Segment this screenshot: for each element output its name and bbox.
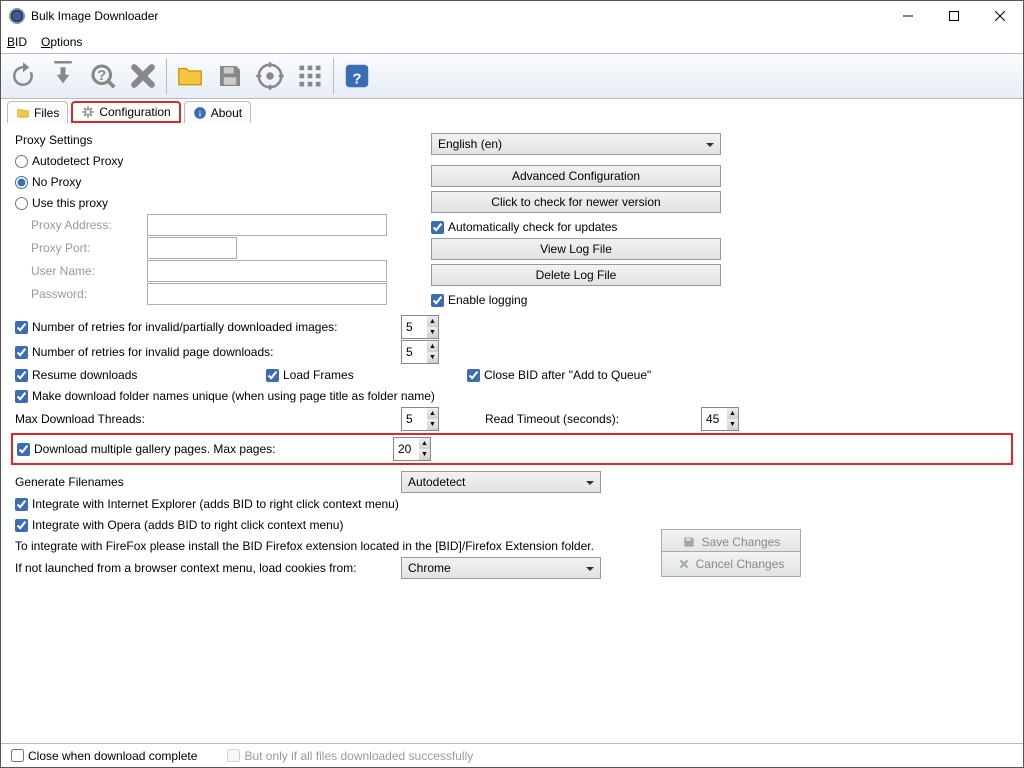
check-close-when-done[interactable]: Close when download complete [11, 749, 197, 763]
check-autoupdates[interactable]: Automatically check for updates [431, 220, 617, 234]
proxy-user-input[interactable] [147, 260, 387, 282]
check-enable-logging[interactable]: Enable logging [431, 293, 527, 307]
tab-configuration[interactable]: Configuration [71, 101, 180, 123]
download-icon[interactable] [45, 58, 81, 94]
radio-use-proxy[interactable]: Use this proxy [15, 196, 108, 210]
tab-about[interactable]: i About [184, 101, 251, 123]
delete-log-button[interactable]: Delete Log File [431, 264, 721, 286]
tabstrip: Files Configuration i About [1, 99, 1023, 123]
spinner-retries-images[interactable]: ▲▼ [401, 315, 439, 339]
tab-label: About [211, 106, 242, 120]
proxy-group: Proxy Settings Autodetect Proxy No Proxy… [15, 133, 425, 306]
cookies-label: If not launched from a browser context m… [15, 561, 395, 575]
menubar: BID Options [1, 31, 1023, 53]
check-unique-folders[interactable]: Make download folder names unique (when … [15, 389, 435, 403]
read-timeout-label: Read Timeout (seconds): [485, 412, 695, 426]
check-multi-gallery[interactable]: Download multiple gallery pages. Max pag… [17, 442, 393, 456]
save-icon [682, 535, 696, 549]
firefox-note: To integrate with FireFox please install… [15, 539, 645, 553]
help-icon[interactable]: ? [339, 58, 375, 94]
tab-label: Files [34, 106, 59, 120]
menu-options[interactable]: Options [41, 35, 82, 49]
generate-filenames-select[interactable]: Autodetect [401, 471, 601, 493]
maximize-button[interactable] [931, 1, 977, 31]
config-panel: Proxy Settings Autodetect Proxy No Proxy… [1, 123, 1023, 743]
check-integrate-ie[interactable]: Integrate with Internet Explorer (adds B… [15, 497, 399, 511]
proxy-address-input[interactable] [147, 214, 387, 236]
proxy-port-label: Proxy Port: [31, 241, 141, 255]
check-retries-pages[interactable]: Number of retries for invalid page downl… [15, 345, 395, 359]
spinner-max-threads[interactable]: ▲▼ [401, 407, 439, 431]
check-integrate-opera[interactable]: Integrate with Opera (adds BID to right … [15, 518, 343, 532]
view-log-button[interactable]: View Log File [431, 238, 721, 260]
cancel-changes-button[interactable]: Cancel Changes [661, 551, 801, 577]
toolbar: ? ? [1, 53, 1023, 99]
tab-label: Configuration [99, 105, 170, 119]
folder-icon [16, 106, 30, 120]
check-only-all-files[interactable]: But only if all files downloaded success… [227, 749, 473, 763]
check-newer-button[interactable]: Click to check for newer version [431, 191, 721, 213]
save-icon[interactable] [212, 58, 248, 94]
spinner-retries-pages[interactable]: ▲▼ [401, 340, 439, 364]
cancel-icon [678, 558, 690, 570]
footer: Close when download complete But only if… [1, 743, 1023, 767]
info-icon: i [193, 106, 207, 120]
language-value: English (en) [438, 137, 502, 151]
max-threads-label: Max Download Threads: [15, 412, 395, 426]
proxy-address-label: Proxy Address: [31, 218, 141, 232]
cookies-select[interactable]: Chrome [401, 557, 601, 579]
window-title: Bulk Image Downloader [31, 9, 885, 23]
svg-text:?: ? [97, 67, 106, 84]
proxy-title: Proxy Settings [15, 133, 425, 147]
radio-no-proxy[interactable]: No Proxy [15, 175, 81, 189]
titlebar[interactable]: Bulk Image Downloader [1, 1, 1023, 31]
check-resume[interactable]: Resume downloads [15, 368, 260, 382]
minimize-button[interactable] [885, 1, 931, 31]
advanced-config-button[interactable]: Advanced Configuration [431, 165, 721, 187]
multigallery-highlight: Download multiple gallery pages. Max pag… [11, 433, 1013, 465]
gear-icon [81, 105, 95, 119]
proxy-password-input[interactable] [147, 283, 387, 305]
grid-icon[interactable] [292, 58, 328, 94]
close-button[interactable] [977, 1, 1023, 31]
cancel-icon[interactable] [125, 58, 161, 94]
generate-filenames-label: Generate Filenames [15, 475, 395, 489]
proxy-password-label: Password: [31, 287, 141, 301]
radio-autodetect-proxy[interactable]: Autodetect Proxy [15, 154, 123, 168]
spinner-max-pages[interactable]: ▲▼ [393, 437, 431, 461]
spinner-read-timeout[interactable]: ▲▼ [701, 407, 739, 431]
svg-text:?: ? [352, 71, 361, 88]
tab-files[interactable]: Files [7, 101, 68, 123]
proxy-user-label: User Name: [31, 264, 141, 278]
svg-text:i: i [199, 111, 201, 118]
check-retries-images[interactable]: Number of retries for invalid/partially … [15, 320, 395, 334]
menu-bid[interactable]: BID [7, 35, 27, 49]
language-select[interactable]: English (en) [431, 133, 721, 155]
refresh-icon[interactable] [5, 58, 41, 94]
help-search-icon[interactable]: ? [85, 58, 121, 94]
gear-icon[interactable] [252, 58, 288, 94]
proxy-port-input[interactable] [147, 237, 237, 259]
check-loadframes[interactable]: Load Frames [266, 368, 461, 382]
check-close-after-queue[interactable]: Close BID after "Add to Queue" [467, 368, 651, 382]
folder-icon[interactable] [172, 58, 208, 94]
app-icon [9, 8, 25, 24]
